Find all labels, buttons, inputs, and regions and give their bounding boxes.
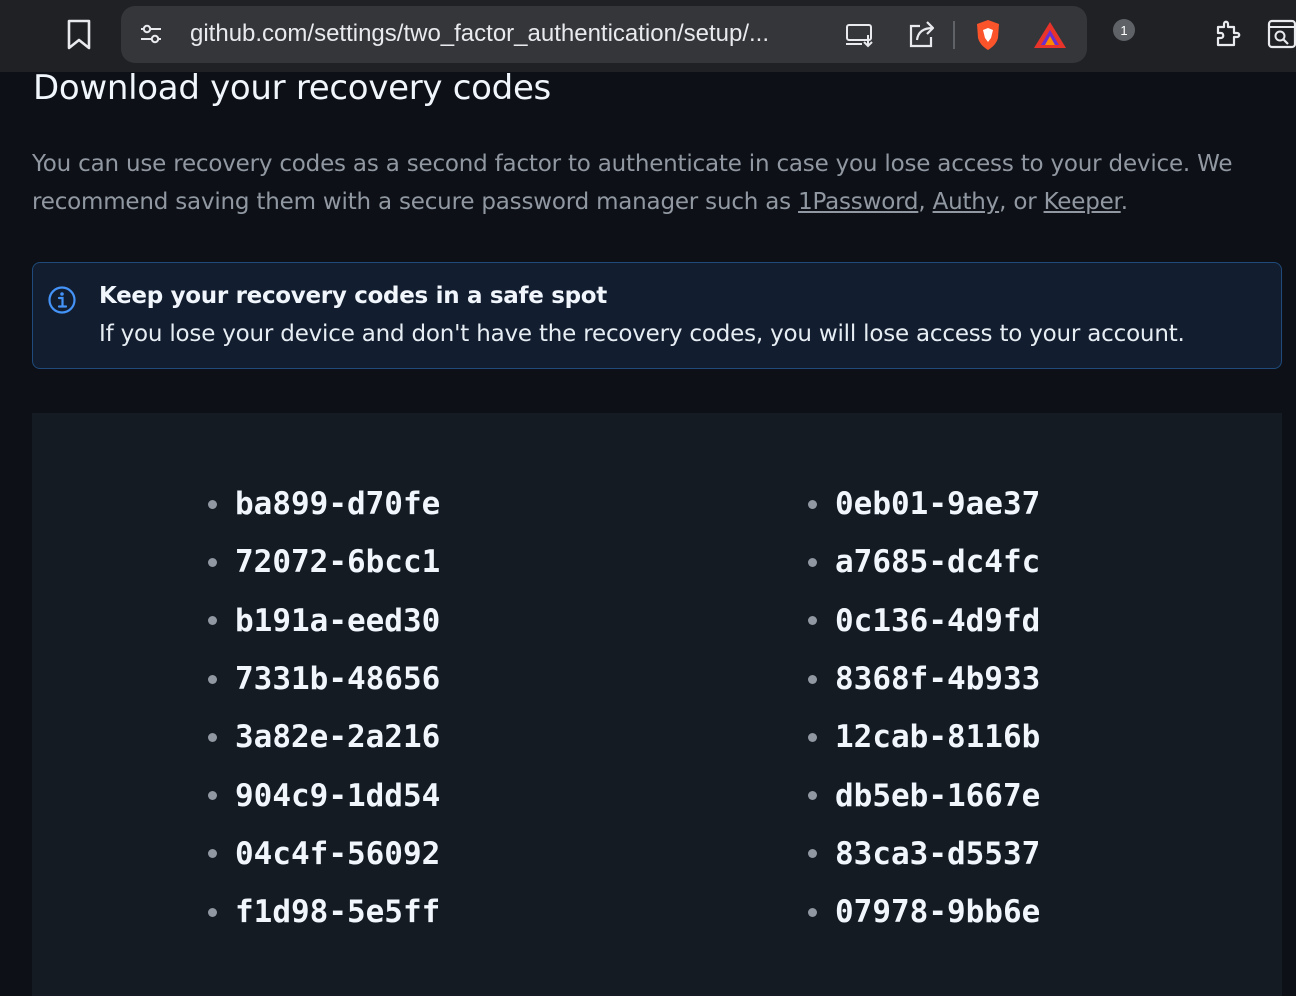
recovery-codes-notice: Keep your recovery codes in a safe spot … xyxy=(32,262,1282,369)
link-authy[interactable]: Authy xyxy=(933,189,1000,215)
recovery-code: ba899-d70fe xyxy=(208,475,440,533)
code-text: 7331b-48656 xyxy=(235,661,441,698)
link-separator: , xyxy=(918,189,933,215)
bullet-icon xyxy=(808,732,817,742)
bullet-icon xyxy=(808,557,817,567)
shields-count-badge: 1 xyxy=(1113,19,1135,41)
recovery-code: db5eb-1667e xyxy=(808,766,1040,824)
notice-title: Keep your recovery codes in a safe spot xyxy=(99,283,607,309)
code-text: 12cab-8116b xyxy=(835,719,1041,756)
bookmark-icon[interactable] xyxy=(62,16,96,54)
link-separator: , or xyxy=(999,189,1044,215)
code-text: 04c4f-56092 xyxy=(235,835,441,872)
bullet-icon xyxy=(208,616,217,626)
info-icon xyxy=(48,286,76,314)
code-text: b191a-eed30 xyxy=(235,602,441,639)
recovery-code: 0c136-4d9fd xyxy=(808,592,1040,650)
link-1password[interactable]: 1Password xyxy=(798,189,918,215)
recovery-codes-description: You can use recovery codes as a second f… xyxy=(32,145,1252,221)
code-text: 8368f-4b933 xyxy=(835,661,1041,698)
recovery-codes-list-left: ba899-d70fe 72072-6bcc1 b191a-eed30 7331… xyxy=(208,475,440,941)
brave-shields-icon[interactable] xyxy=(971,18,1005,52)
recovery-codes-panel: ba899-d70fe 72072-6bcc1 b191a-eed30 7331… xyxy=(32,413,1282,996)
code-text: a7685-dc4fc xyxy=(835,544,1041,581)
recovery-code: 7331b-48656 xyxy=(208,650,440,708)
bullet-icon xyxy=(208,907,217,917)
bullet-icon xyxy=(808,674,817,684)
bullet-icon xyxy=(808,791,817,801)
bullet-icon xyxy=(808,499,817,509)
bullet-icon xyxy=(208,674,217,684)
bullet-icon xyxy=(208,791,217,801)
code-text: 0c136-4d9fd xyxy=(835,602,1041,639)
code-text: 83ca3-d5537 xyxy=(835,835,1041,872)
notice-body: If you lose your device and don't have t… xyxy=(99,321,1185,347)
recovery-code: f1d98-5e5ff xyxy=(208,883,440,941)
recovery-codes-list-right: 0eb01-9ae37 a7685-dc4fc 0c136-4d9fd 8368… xyxy=(808,475,1040,941)
recovery-code: 07978-9bb6e xyxy=(808,883,1040,941)
bullet-icon xyxy=(808,907,817,917)
brave-rewards-icon[interactable] xyxy=(1033,18,1067,52)
bullet-icon xyxy=(208,557,217,567)
code-text: 72072-6bcc1 xyxy=(235,544,441,581)
recovery-code: b191a-eed30 xyxy=(208,592,440,650)
code-text: 0eb01-9ae37 xyxy=(835,486,1041,523)
code-text: 3a82e-2a216 xyxy=(235,719,441,756)
recovery-code: 0eb01-9ae37 xyxy=(808,475,1040,533)
link-keeper[interactable]: Keeper xyxy=(1044,189,1121,215)
recovery-code: 72072-6bcc1 xyxy=(208,533,440,591)
code-text: ba899-d70fe xyxy=(235,486,441,523)
recovery-code: 04c4f-56092 xyxy=(208,825,440,883)
address-bar[interactable]: github.com/settings/two_factor_authentic… xyxy=(121,6,1135,63)
page-title: Download your recovery codes xyxy=(33,68,551,108)
recovery-code: 8368f-4b933 xyxy=(808,650,1040,708)
browser-toolbar: github.com/settings/two_factor_authentic… xyxy=(0,0,1296,72)
bullet-icon xyxy=(808,616,817,626)
link-end-punctuation: . xyxy=(1120,189,1128,215)
install-app-icon[interactable] xyxy=(843,18,877,52)
share-icon[interactable] xyxy=(905,18,939,52)
code-text: 904c9-1dd54 xyxy=(235,777,441,814)
recovery-code: 3a82e-2a216 xyxy=(208,708,440,766)
bullet-icon xyxy=(208,499,217,509)
code-text: db5eb-1667e xyxy=(835,777,1041,814)
bullet-icon xyxy=(808,849,817,859)
recovery-code: a7685-dc4fc xyxy=(808,533,1040,591)
url-text[interactable]: github.com/settings/two_factor_authentic… xyxy=(190,20,830,48)
omnibox-divider xyxy=(953,21,955,49)
bullet-icon xyxy=(208,849,217,859)
bullet-icon xyxy=(208,732,217,742)
recovery-code: 904c9-1dd54 xyxy=(208,766,440,824)
recovery-code: 12cab-8116b xyxy=(808,708,1040,766)
code-text: 07978-9bb6e xyxy=(835,894,1041,931)
recovery-code: 83ca3-d5537 xyxy=(808,825,1040,883)
code-text: f1d98-5e5ff xyxy=(235,894,441,931)
sidebar-search-icon[interactable] xyxy=(1264,16,1296,52)
site-settings-icon[interactable] xyxy=(135,18,167,50)
extensions-icon[interactable] xyxy=(1211,16,1247,52)
